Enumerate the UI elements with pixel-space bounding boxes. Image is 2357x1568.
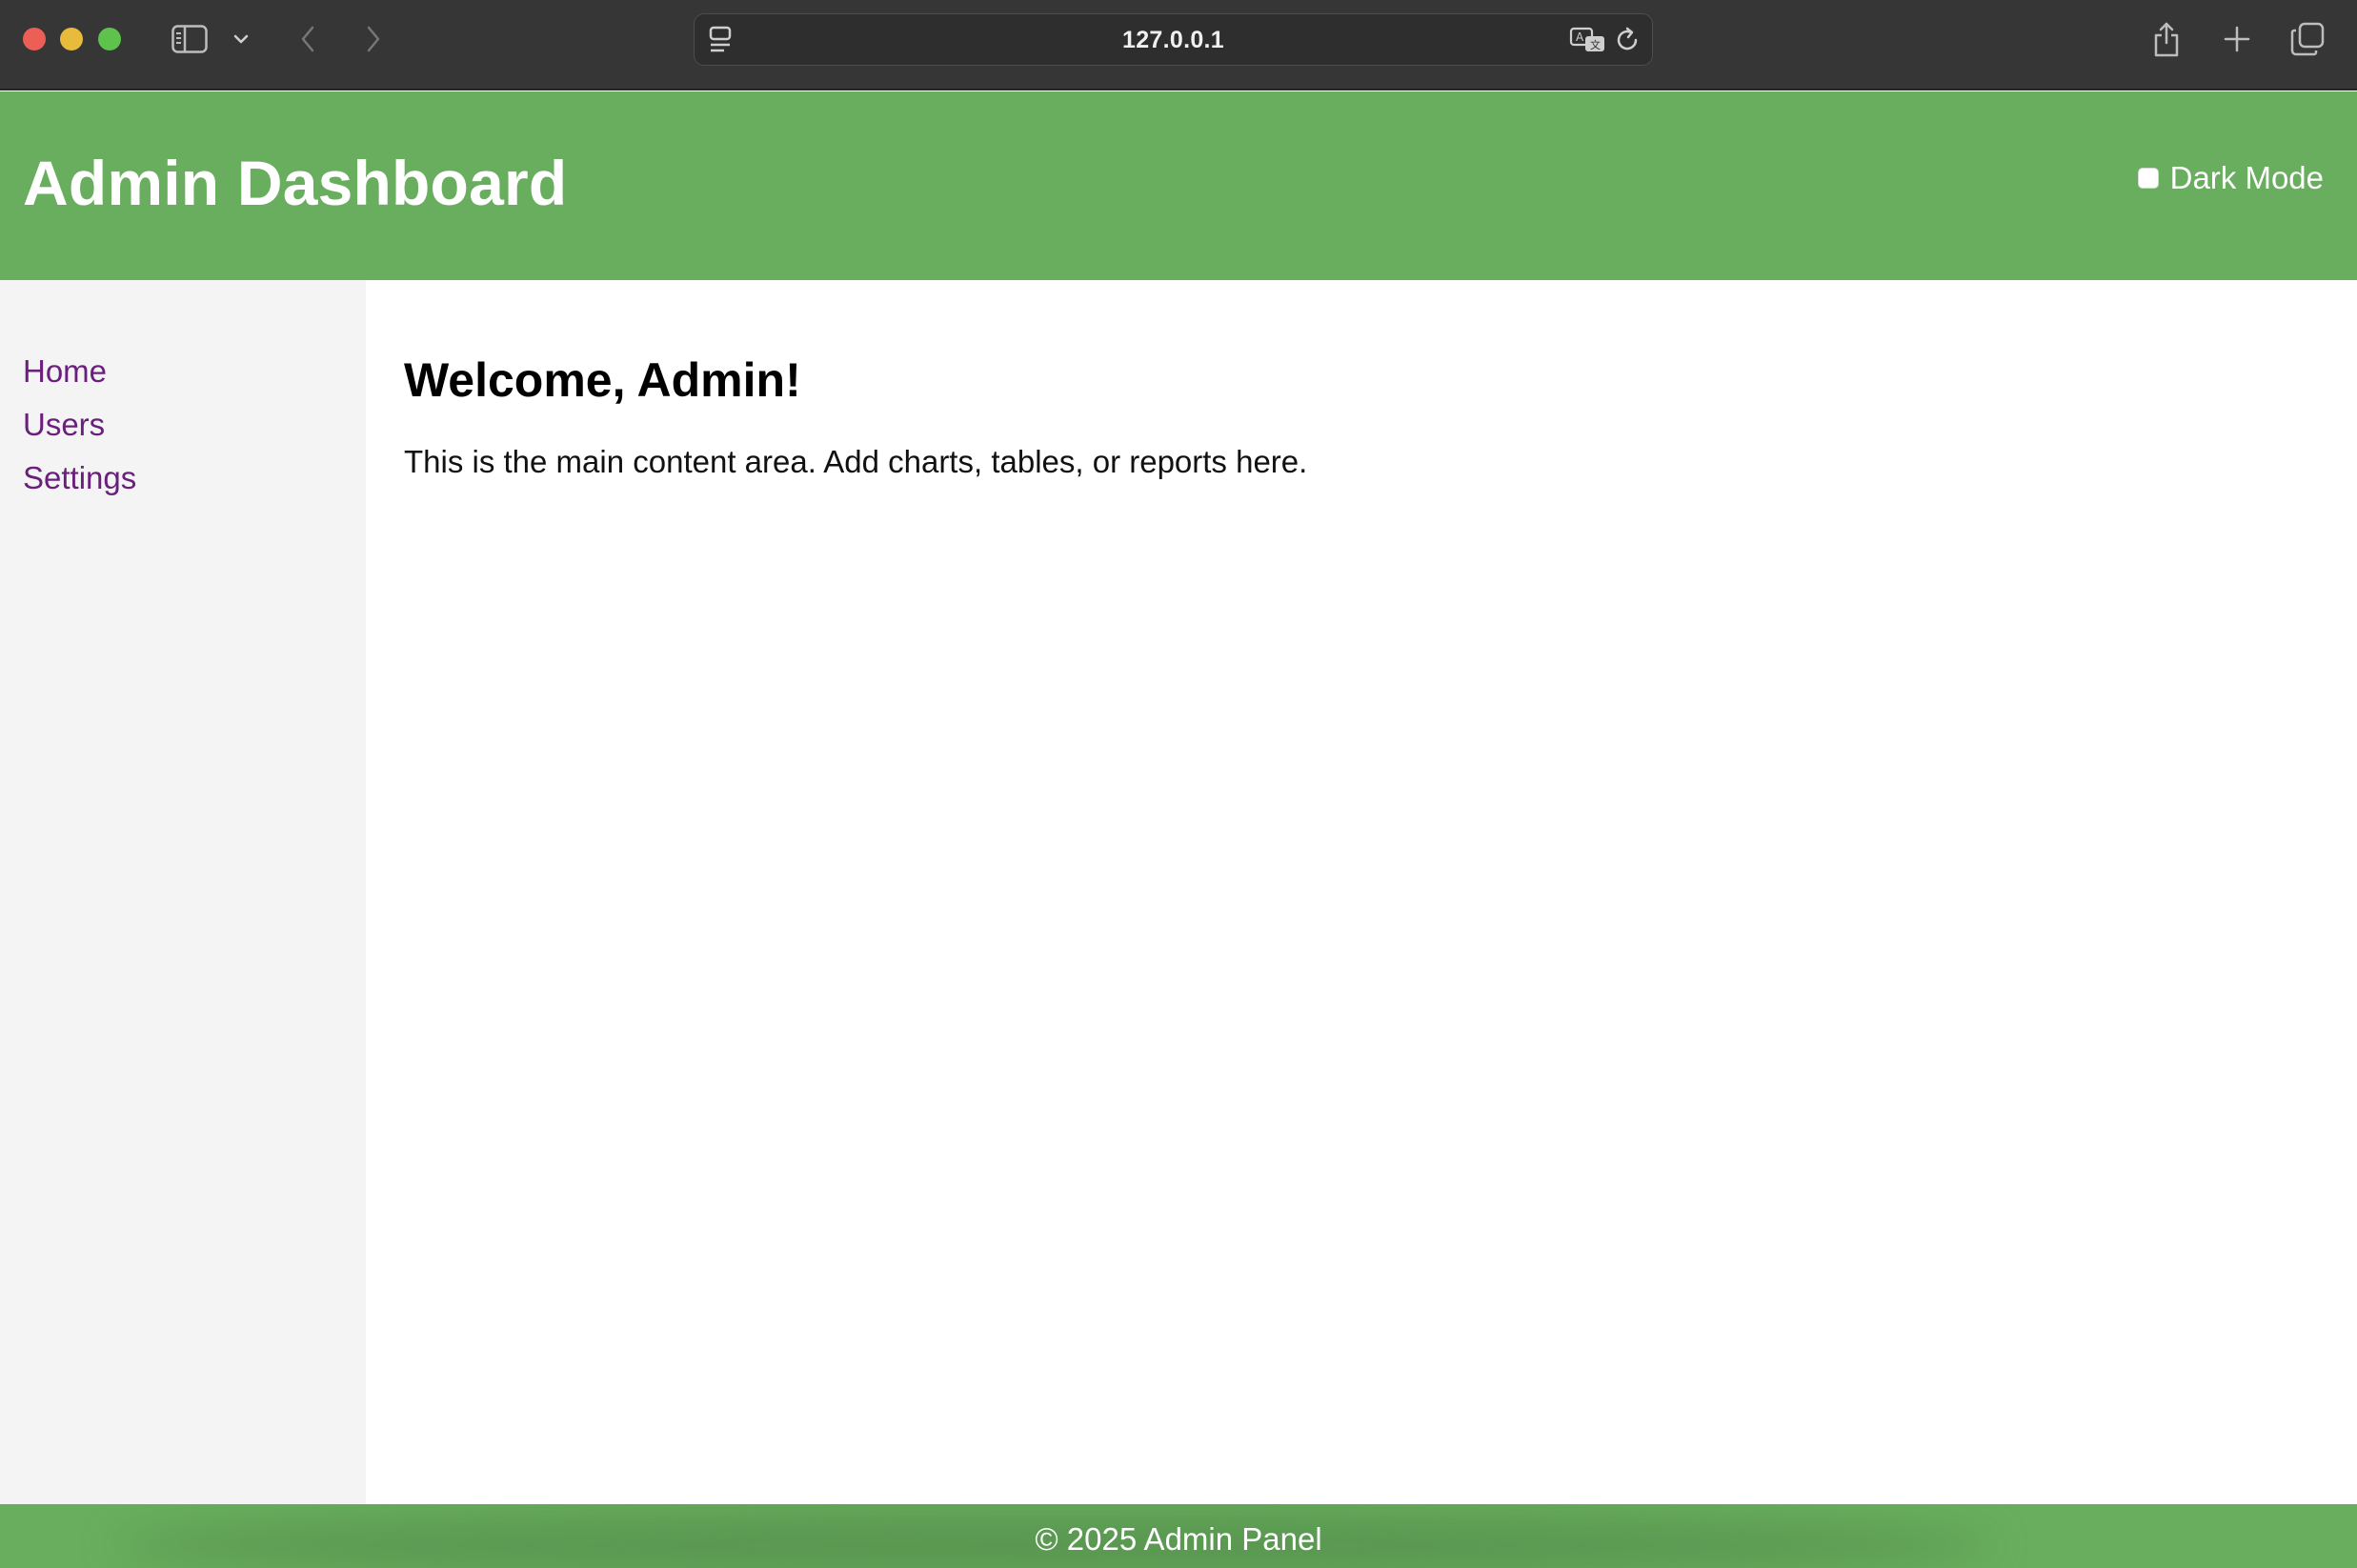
chevron-down-icon[interactable] bbox=[227, 19, 255, 59]
url-text[interactable]: 127.0.0.1 bbox=[695, 27, 1652, 54]
footer-copyright: © 2025 Admin Panel bbox=[1035, 1521, 1322, 1557]
share-icon[interactable] bbox=[2145, 19, 2187, 59]
page-title: Admin Dashboard bbox=[23, 148, 568, 218]
address-bar[interactable]: 127.0.0.1 A文 bbox=[694, 13, 1653, 66]
reload-icon[interactable] bbox=[1615, 26, 1642, 59]
dark-mode-toggle[interactable]: Dark Mode bbox=[2137, 160, 2324, 196]
tabs-overview-icon[interactable] bbox=[2286, 19, 2328, 59]
main-content: Welcome, Admin! This is the main content… bbox=[366, 280, 2357, 1504]
sidebar: Home Users Settings bbox=[0, 280, 366, 1504]
close-window-button[interactable] bbox=[23, 28, 46, 50]
minimize-window-button[interactable] bbox=[60, 28, 83, 50]
dark-mode-checkbox[interactable] bbox=[2137, 168, 2159, 189]
sidebar-item-settings[interactable]: Settings bbox=[23, 452, 366, 505]
dark-mode-label[interactable]: Dark Mode bbox=[2170, 160, 2324, 196]
svg-text:A: A bbox=[1576, 30, 1584, 44]
chevron-left-icon[interactable] bbox=[291, 19, 325, 59]
sidebar-icon[interactable] bbox=[170, 19, 210, 59]
sidebar-item-home[interactable]: Home bbox=[23, 345, 366, 398]
welcome-heading: Welcome, Admin! bbox=[404, 353, 801, 407]
app-header: Admin Dashboard Dark Mode bbox=[0, 91, 2357, 280]
footer: © 2025 Admin Panel bbox=[0, 1504, 2357, 1568]
svg-text:文: 文 bbox=[1590, 38, 1601, 51]
chevron-right-icon[interactable] bbox=[356, 19, 391, 59]
zoom-window-button[interactable] bbox=[98, 28, 121, 50]
plus-icon[interactable] bbox=[2216, 19, 2258, 59]
main-description: This is the main content area. Add chart… bbox=[404, 444, 1308, 479]
browser-toolbar: 127.0.0.1 A文 bbox=[0, 0, 2357, 90]
translate-icon[interactable]: A文 bbox=[1569, 26, 1607, 59]
sidebar-item-users[interactable]: Users bbox=[23, 398, 366, 452]
